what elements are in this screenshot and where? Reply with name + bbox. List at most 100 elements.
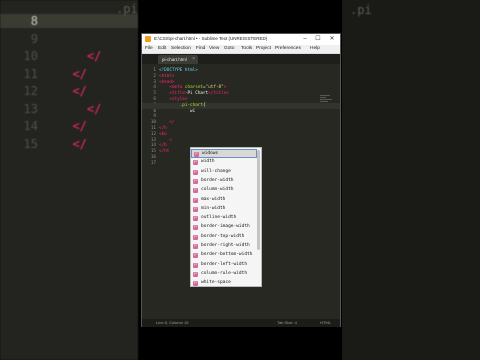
code-line[interactable]: .pi-chart{ bbox=[159, 103, 206, 108]
maximize-button[interactable]: ☐ bbox=[313, 35, 323, 43]
line-number: 8 bbox=[153, 108, 156, 114]
background-line-number: 13 bbox=[23, 101, 38, 116]
background-line-code: </ bbox=[58, 101, 102, 116]
background-line: 10 </ bbox=[0, 49, 138, 63]
property-kind-icon: P bbox=[193, 262, 198, 268]
autocomplete-item[interactable]: Pcolumn-width bbox=[191, 186, 257, 195]
autocomplete-item[interactable]: Pwidows bbox=[191, 149, 257, 159]
menu-tools[interactable]: Tools bbox=[241, 46, 252, 51]
code-line[interactable]: <meta charset="utf-8"> bbox=[159, 85, 226, 90]
property-kind-icon: P bbox=[193, 216, 198, 222]
minimap[interactable] bbox=[320, 94, 336, 110]
tab-pi-chart[interactable]: pi-chart.html × bbox=[158, 55, 198, 64]
background-line: 11 </ bbox=[0, 67, 138, 81]
background-right-fragment: .pi bbox=[350, 3, 372, 17]
autocomplete-label: max-width bbox=[201, 196, 226, 202]
autocomplete-item[interactable]: Pwhite-space bbox=[191, 279, 257, 288]
code-line[interactable]: <!DOCTYPE html> bbox=[159, 68, 198, 73]
autocomplete-label: will-change bbox=[201, 168, 231, 174]
line-number: 3 bbox=[153, 79, 156, 85]
tab-close-icon[interactable]: × bbox=[192, 56, 195, 62]
autocomplete-label: border-right-width bbox=[201, 243, 250, 248]
property-kind-icon: P bbox=[193, 281, 198, 287]
autocomplete-item[interactable]: Pborder-image-width bbox=[191, 223, 257, 232]
line-number: 4 bbox=[153, 85, 156, 91]
autocomplete-label: border-top-width bbox=[201, 233, 245, 239]
background-line-number: 14 bbox=[23, 119, 38, 133]
menu-file[interactable]: File bbox=[145, 46, 153, 51]
autocomplete-label: border-left-width bbox=[201, 261, 248, 267]
property-kind-icon: P bbox=[193, 188, 198, 194]
autocomplete-item[interactable]: Pborder-top-width bbox=[191, 233, 257, 242]
code-line[interactable]: <style> bbox=[159, 97, 187, 102]
autocomplete-label: outline-width bbox=[201, 215, 237, 221]
autocomplete-label: column-width bbox=[201, 187, 234, 193]
line-number: 13 bbox=[150, 137, 156, 143]
autocomplete-item[interactable]: Pborder-width bbox=[191, 177, 257, 186]
autocomplete-scrollbar[interactable] bbox=[257, 150, 260, 250]
autocomplete-popup[interactable]: Pwidows Pwidth Pwill-change Pborder-width Pc… bbox=[190, 147, 262, 287]
code-line[interactable]: </h bbox=[159, 126, 167, 131]
autocomplete-item[interactable]: Pcolumn-rule-width bbox=[191, 270, 257, 279]
autocomplete-label: border-bottom-width bbox=[201, 252, 253, 258]
close-button[interactable]: ✕ bbox=[327, 35, 337, 43]
autocomplete-label: border-image-width bbox=[201, 224, 250, 230]
background-line-number: 12 bbox=[23, 84, 38, 98]
property-kind-icon: P bbox=[194, 152, 199, 157]
minimize-button[interactable]: – bbox=[300, 35, 310, 43]
background-right-panel bbox=[342, 0, 480, 360]
property-kind-icon: P bbox=[193, 225, 198, 231]
sublime-logo-icon bbox=[145, 36, 151, 42]
line-number: 1 bbox=[153, 68, 156, 73]
line-number: 16 bbox=[150, 155, 156, 160]
background-line: 13 </ bbox=[0, 102, 138, 116]
autocomplete-item[interactable]: Pmin-width bbox=[191, 205, 257, 214]
code-line[interactable]: </ bbox=[159, 120, 174, 125]
autocomplete-label: widows bbox=[202, 151, 219, 156]
menu-edit[interactable]: Edit bbox=[158, 46, 166, 51]
code-line[interactable]: </ht bbox=[159, 149, 169, 154]
code-line[interactable]: <head> bbox=[159, 80, 175, 85]
code-line[interactable]: <title>Pi Chart</title> bbox=[159, 91, 229, 96]
code-line[interactable]: <html> bbox=[159, 74, 175, 79]
background-code-fragment: .pi bbox=[116, 2, 138, 16]
background-line-number: 10 bbox=[23, 49, 38, 63]
property-kind-icon: P bbox=[193, 169, 198, 175]
autocomplete-item[interactable]: Pwill-change bbox=[191, 168, 257, 177]
code-line[interactable]: < bbox=[159, 138, 172, 143]
code-line[interactable]: wi bbox=[159, 109, 195, 114]
code-line[interactable]: </b bbox=[159, 143, 167, 148]
menu-bar: File Edit Selection Find View Goto Tools Projec… bbox=[142, 45, 340, 54]
code-line[interactable]: <bo bbox=[159, 132, 167, 137]
syntax-indicator[interactable]: HTML bbox=[320, 320, 331, 325]
tab-size-indicator[interactable]: Tab Size: 4 bbox=[277, 320, 297, 325]
autocomplete-item[interactable]: Pborder-right-width bbox=[191, 242, 257, 251]
autocomplete-item[interactable]: Pwidth bbox=[191, 158, 257, 167]
menu-project[interactable]: Project bbox=[256, 46, 271, 51]
menu-goto[interactable]: Goto bbox=[224, 46, 234, 51]
menu-preferences[interactable]: Preferences bbox=[275, 46, 301, 51]
background-line: 15 </ bbox=[0, 137, 138, 151]
background-line-number: 8 bbox=[30, 14, 38, 28]
autocomplete-item[interactable]: Pborder-left-width bbox=[191, 261, 257, 270]
property-kind-icon: P bbox=[193, 244, 198, 249]
autocomplete-item[interactable]: Pborder-bottom-width bbox=[191, 251, 257, 260]
cursor-position: Line 8, Column 15 bbox=[156, 320, 189, 325]
autocomplete-item[interactable]: Pmax-width bbox=[191, 196, 257, 205]
menu-find[interactable]: Find bbox=[196, 46, 205, 51]
background-line-code: </ bbox=[58, 119, 87, 133]
menu-help[interactable]: Help bbox=[310, 46, 320, 51]
autocomplete-item[interactable]: Poutline-width bbox=[191, 214, 257, 223]
background-line-code: </ bbox=[58, 49, 102, 63]
menu-selection[interactable]: Selection bbox=[171, 46, 191, 51]
property-kind-icon: P bbox=[193, 234, 198, 240]
background-line-code: </ bbox=[58, 84, 87, 98]
background-line: 8 bbox=[0, 14, 138, 28]
autocomplete-label: min-width bbox=[201, 205, 226, 211]
code-editor[interactable]: 1716151413121110987654321 <!DOCTYPE html… bbox=[142, 64, 340, 319]
property-kind-icon: P bbox=[193, 160, 198, 166]
menu-view[interactable]: View bbox=[209, 46, 219, 51]
autocomplete-label: white-space bbox=[201, 280, 231, 286]
property-kind-icon: P bbox=[193, 253, 198, 259]
line-number: 5 bbox=[153, 91, 156, 97]
